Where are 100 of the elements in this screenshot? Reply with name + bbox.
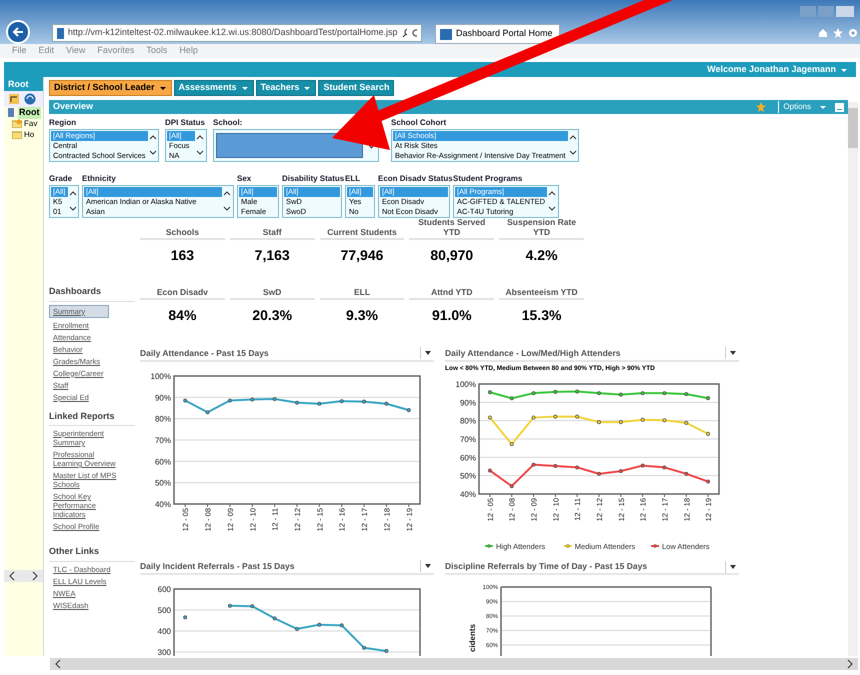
tree-item[interactable]: Ho xyxy=(24,128,34,140)
nav-tab[interactable]: Assessments xyxy=(174,80,254,96)
stat-label: Econ Disadv xyxy=(140,280,225,300)
stat-value: 163 xyxy=(170,246,194,265)
data-point xyxy=(662,390,666,395)
stat-label: Attnd YTD xyxy=(409,280,494,300)
horizontal-scrollbar[interactable] xyxy=(50,658,858,670)
axis-label: 40% xyxy=(154,500,171,509)
data-point xyxy=(206,410,210,414)
axis-label: 60% xyxy=(460,453,476,462)
url-text: http://vm-k12inteltest-02.milwaukee.k12.wi.us:8080/DashboardTest/portalHome.jsp xyxy=(68,26,398,40)
data-point xyxy=(510,442,514,446)
data-point xyxy=(340,399,344,404)
data-point xyxy=(250,398,254,402)
stat-label: ELL xyxy=(320,280,404,300)
data-point xyxy=(640,418,645,422)
chart-menu-button[interactable] xyxy=(725,560,739,573)
axis-label: 60% xyxy=(154,457,171,466)
stat-value: 91.0% xyxy=(432,306,472,325)
data-point xyxy=(684,472,688,476)
chart-title: Daily Attendance - Past 15 Days xyxy=(140,346,270,360)
minimize-icon[interactable] xyxy=(835,102,844,112)
data-point xyxy=(488,415,492,420)
stat-value: 9.3% xyxy=(346,306,378,325)
window-controls-icon[interactable] xyxy=(800,6,856,18)
search-icon[interactable] xyxy=(402,28,408,38)
data-point xyxy=(706,432,710,436)
caret-icon xyxy=(819,103,827,111)
chart-title: Daily Incident Referrals - Past 15 Days xyxy=(140,560,296,573)
axis-label: 50% xyxy=(154,478,171,488)
axis-label: 90% xyxy=(154,393,171,402)
data-point xyxy=(532,415,536,420)
data-point xyxy=(618,420,623,424)
nav-tab[interactable]: District / School Leader xyxy=(49,80,172,96)
star-folder-icon xyxy=(12,119,22,128)
filter-label: Student Programs xyxy=(453,173,524,185)
back-button[interactable] xyxy=(6,20,30,44)
nav-tab[interactable]: Student Search xyxy=(318,80,394,96)
data-point xyxy=(597,390,601,395)
data-point xyxy=(640,390,645,395)
axis-label: 50% xyxy=(460,471,476,480)
data-point xyxy=(295,626,299,631)
axis-label: 500 xyxy=(158,606,171,615)
scroll-left-icon[interactable] xyxy=(54,659,62,669)
data-point xyxy=(510,396,514,400)
scrollbar-thumb[interactable] xyxy=(848,108,858,148)
tree-toolbar-icon[interactable] xyxy=(8,93,20,105)
data-point xyxy=(362,646,366,650)
data-point xyxy=(488,390,492,394)
stat-value: 77,946 xyxy=(340,246,384,265)
caret-icon xyxy=(730,564,736,569)
data-point xyxy=(597,420,601,424)
tree-item[interactable]: Fav xyxy=(24,118,38,130)
data-point xyxy=(228,604,232,608)
data-point xyxy=(553,464,558,468)
axis-label: 400 xyxy=(158,626,171,636)
axis-label: 40% xyxy=(460,490,476,499)
data-point xyxy=(317,402,322,406)
data-point xyxy=(384,402,388,406)
data-point xyxy=(597,472,601,476)
stat-value: 7,163 xyxy=(254,246,290,265)
stat-value: 20.3% xyxy=(252,306,292,325)
site-icon xyxy=(440,28,452,40)
chart-title: Daily Attendance - Low/Med/High Attenders xyxy=(445,346,622,360)
tree-item[interactable]: Root xyxy=(18,107,40,120)
axis-label: 90% xyxy=(460,398,476,408)
data-point xyxy=(684,392,688,396)
address-field[interactable]: http://vm-k12inteltest-02.milwaukee.k12.wi.us:8080/DashboardTest/portalHome.jsp xyxy=(52,24,422,42)
axis-label: 70% xyxy=(460,434,476,444)
axis-label: 80% xyxy=(460,416,476,426)
filter-label: Disability Status xyxy=(282,173,342,185)
filter-label: Region xyxy=(49,117,78,129)
chart-menu-button[interactable] xyxy=(420,560,434,572)
chart-menu-button[interactable] xyxy=(725,347,739,359)
nav-tab[interactable]: Teachers xyxy=(256,80,316,96)
browser-tab[interactable]: Dashboard Portal Home xyxy=(435,24,560,44)
filter-label: School: xyxy=(213,117,244,129)
data-point xyxy=(272,397,277,401)
data-point xyxy=(295,400,299,405)
star-icon[interactable] xyxy=(833,28,843,38)
data-point xyxy=(183,398,188,402)
refresh-icon[interactable] xyxy=(411,28,418,38)
axis-label: 70% xyxy=(154,436,171,445)
data-point xyxy=(228,398,232,402)
data-point xyxy=(662,418,666,422)
data-point xyxy=(362,400,366,404)
axis-label: 100% xyxy=(150,372,171,381)
settings-icon[interactable] xyxy=(848,28,858,38)
filter-label: DPI Status xyxy=(165,117,206,129)
filter-label: Grade xyxy=(49,173,74,185)
stat-label: SwD xyxy=(230,280,315,300)
stat-value: 80,970 xyxy=(430,246,474,265)
data-point xyxy=(317,622,322,626)
filter-label: ELL xyxy=(345,173,362,185)
chart-menu-button[interactable] xyxy=(420,347,434,359)
refresh-icon[interactable] xyxy=(24,93,36,105)
scroll-right-icon[interactable] xyxy=(846,659,854,669)
scroll-left-icon[interactable] xyxy=(8,570,16,582)
scroll-right-icon[interactable] xyxy=(31,570,39,582)
star-icon[interactable] xyxy=(756,102,766,112)
